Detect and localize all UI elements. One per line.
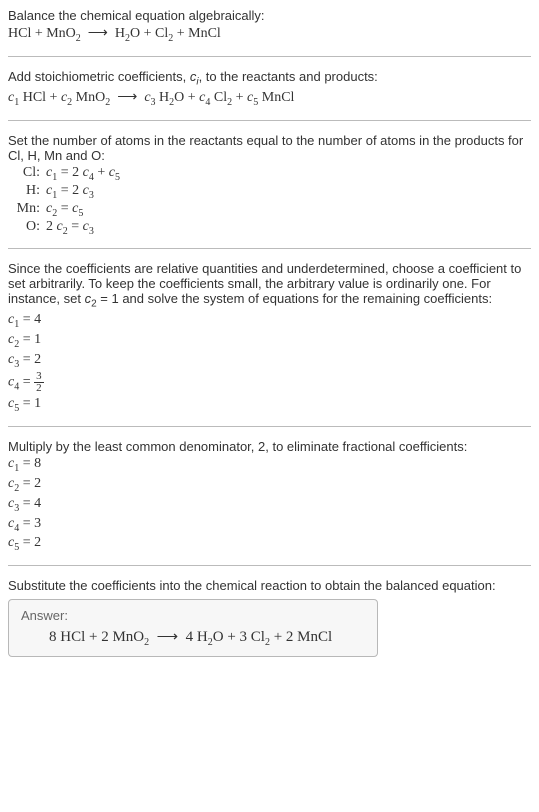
divider	[8, 248, 531, 249]
atom-balance-table: Cl: c1 = 2 c4 + c5 H: c1 = 2 c3 Mn: c2 =…	[14, 165, 531, 236]
divider	[8, 120, 531, 121]
divider	[8, 56, 531, 57]
table-row: Mn: c2 = c5	[14, 201, 531, 219]
step4-text: Multiply by the least common denominator…	[8, 439, 531, 454]
step3-text: Since the coefficients are relative quan…	[8, 261, 531, 310]
step4-section: Multiply by the least common denominator…	[8, 439, 531, 553]
atom-label: O:	[14, 219, 46, 237]
step2-section: Set the number of atoms in the reactants…	[8, 133, 531, 236]
final-text: Substitute the coefficients into the che…	[8, 578, 531, 593]
divider	[8, 426, 531, 427]
coefficient-value: c2 = 1	[8, 332, 531, 350]
coefficient-value: c5 = 2	[8, 535, 531, 553]
step1-section: Add stoichiometric coefficients, ci, to …	[8, 69, 531, 108]
intro-text: Balance the chemical equation algebraica…	[8, 8, 531, 23]
answer-equation: 8 HCl + 2 MnO2 ⟶ 4 H2O + 3 Cl2 + 2 MnCl	[21, 627, 365, 648]
answer-box: Answer: 8 HCl + 2 MnO2 ⟶ 4 H2O + 3 Cl2 +…	[8, 599, 378, 657]
coefficient-value: c2 = 2	[8, 476, 531, 494]
atom-label: H:	[14, 183, 46, 201]
coefficient-value: c4 = 3	[8, 516, 531, 534]
step1-equation: c1 HCl + c2 MnO2 ⟶ c3 H2O + c4 Cl2 + c5 …	[8, 89, 531, 108]
divider	[8, 565, 531, 566]
intro-section: Balance the chemical equation algebraica…	[8, 8, 531, 44]
step3-section: Since the coefficients are relative quan…	[8, 261, 531, 414]
coefficient-value: c4 = 32	[8, 371, 531, 394]
table-row: H: c1 = 2 c3	[14, 183, 531, 201]
coefficient-value: c1 = 4	[8, 312, 531, 330]
intro-equation: HCl + MnO2 ⟶ H2O + Cl2 + MnCl	[8, 25, 531, 44]
coefficient-value: c3 = 4	[8, 496, 531, 514]
atom-equation: c1 = 2 c3	[46, 183, 94, 201]
step2-text: Set the number of atoms in the reactants…	[8, 133, 531, 163]
atom-equation: c2 = c5	[46, 201, 83, 219]
atom-equation: 2 c2 = c3	[46, 219, 94, 237]
atom-label: Mn:	[14, 201, 46, 219]
coefficient-value: c3 = 2	[8, 352, 531, 370]
atom-equation: c1 = 2 c4 + c5	[46, 165, 120, 183]
table-row: Cl: c1 = 2 c4 + c5	[14, 165, 531, 183]
coefficient-value: c1 = 8	[8, 456, 531, 474]
step1-text: Add stoichiometric coefficients, ci, to …	[8, 69, 531, 88]
table-row: O: 2 c2 = c3	[14, 219, 531, 237]
atom-label: Cl:	[14, 165, 46, 183]
final-section: Substitute the coefficients into the che…	[8, 578, 531, 657]
coefficient-value: c5 = 1	[8, 396, 531, 414]
answer-label: Answer:	[21, 608, 365, 623]
